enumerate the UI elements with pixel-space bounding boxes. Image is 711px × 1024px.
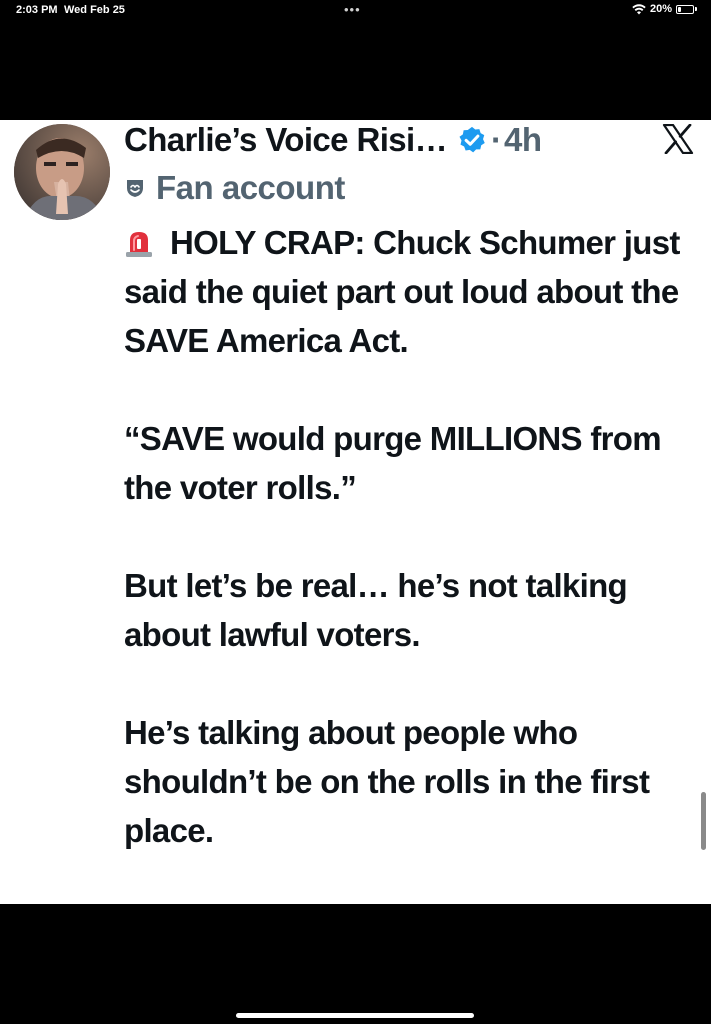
post-paragraph-3: But let’s be real… he’s not talking abou…: [124, 567, 628, 653]
author-name[interactable]: Charlie’s Voice Risi…: [124, 121, 448, 159]
multitasking-dots[interactable]: •••: [344, 2, 361, 17]
post-paragraph-2: “SAVE would purge MILLIONS from the vote…: [124, 420, 662, 506]
post-paragraph-1-text: HOLY CRAP: Chuck Schumer just said the q…: [124, 224, 680, 359]
post-paragraph-4: He’s talking about people who shouldn’t …: [124, 714, 650, 849]
fan-account-label: Fan account: [156, 169, 345, 206]
x-logo-icon[interactable]: [662, 124, 694, 154]
status-time: 2:03 PM: [16, 4, 58, 16]
post-paragraph-1: HOLY CRAP: Chuck Schumer just said the q…: [124, 218, 704, 365]
battery-cap: [695, 7, 697, 11]
battery-icon: [676, 4, 694, 14]
avatar-image: [14, 124, 110, 220]
screen: 2:03 PM Wed Feb 25 ••• 20% Charlie’s Voi…: [0, 0, 711, 1024]
home-indicator[interactable]: [236, 1013, 474, 1018]
post-time[interactable]: 4h: [504, 121, 542, 159]
post-header: Charlie’s Voice Risi… · 4h: [124, 120, 542, 160]
fan-account-icon: [127, 180, 143, 197]
wifi-icon: [632, 3, 646, 14]
battery-level-fill: [678, 6, 681, 12]
status-date: Wed Feb 25: [64, 4, 125, 16]
siren-emoji-icon: [126, 232, 152, 257]
post-text: HOLY CRAP: Chuck Schumer just said the q…: [124, 218, 704, 904]
verified-badge-icon: [459, 126, 485, 153]
avatar[interactable]: [14, 124, 110, 220]
battery-percent: 20%: [649, 3, 672, 15]
scroll-indicator[interactable]: [701, 792, 706, 850]
status-bar: 2:03 PM Wed Feb 25 ••• 20%: [0, 0, 711, 22]
account-label: Fan account: [124, 168, 345, 208]
status-right: 20%: [632, 3, 697, 15]
post-card[interactable]: Charlie’s Voice Risi… · 4h Fan account H…: [0, 120, 711, 904]
separator-dot: ·: [491, 121, 503, 158]
